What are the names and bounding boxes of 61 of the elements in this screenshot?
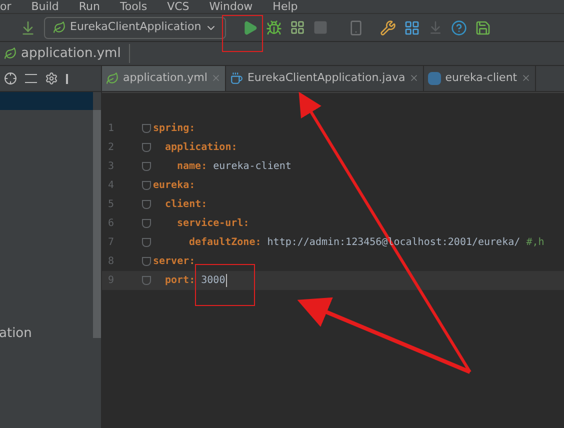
tree-item-text[interactable]: ation (0, 324, 93, 344)
menu-item[interactable]: Run (78, 0, 100, 13)
line-number: 6 (107, 217, 116, 231)
close-icon[interactable] (521, 73, 532, 83)
menu-item[interactable]: VCS (167, 0, 190, 13)
line-number: 8 (107, 255, 116, 269)
locate-icon[interactable] (4, 72, 17, 85)
run-config-dropdown[interactable]: EurekaClientApplication (44, 16, 226, 38)
line-number: 3 (107, 160, 116, 174)
code-line: server: (153, 255, 196, 269)
menu-item[interactable]: Build (31, 0, 59, 13)
leaf-icon (4, 47, 17, 60)
fold-icon[interactable] (142, 200, 151, 209)
line-number: 1 (107, 122, 116, 136)
menu-item[interactable]: Help (272, 0, 298, 13)
code-line: spring: (153, 122, 196, 136)
breadcrumb-item[interactable]: application.yml (4, 44, 130, 64)
editor-tab[interactable]: application.yml (102, 66, 226, 91)
run-icon[interactable] (242, 20, 258, 36)
fold-icon[interactable] (142, 276, 151, 285)
fold-icon[interactable] (142, 181, 151, 190)
breadcrumb-text: application.yml (21, 44, 121, 63)
code-line: client: (164, 198, 208, 212)
menu-item[interactable]: Window (209, 0, 253, 13)
fold-icon[interactable] (142, 143, 151, 152)
device-icon[interactable] (348, 20, 364, 36)
line-number: 7 (107, 236, 116, 250)
line-number: 5 (107, 198, 116, 212)
coverage-icon[interactable] (290, 20, 306, 35)
leaf-icon (53, 21, 66, 34)
fold-icon[interactable] (142, 124, 151, 133)
leaf-icon (106, 72, 119, 84)
line-number: 4 (107, 179, 116, 193)
class-icon (230, 72, 244, 84)
line-number: 2 (107, 141, 116, 155)
structure-icon[interactable] (404, 20, 420, 36)
annotation-box (195, 264, 255, 306)
code-line: eureka: (153, 179, 196, 193)
menu-item[interactable]: or (0, 0, 12, 13)
menu-item[interactable]: Tools (120, 0, 148, 13)
save-icon[interactable] (475, 20, 492, 36)
fold-icon[interactable] (142, 219, 151, 228)
code-line: name: eureka-client (176, 160, 292, 174)
fold-icon[interactable] (142, 257, 151, 266)
help-icon[interactable] (451, 20, 468, 36)
annotation-box (222, 15, 263, 52)
code-line: port: 3000 (164, 274, 226, 288)
fold-icon[interactable] (142, 238, 151, 247)
settings-icon[interactable] (45, 72, 58, 85)
wrench-icon[interactable] (380, 20, 396, 36)
code-line: service-url: (176, 216, 250, 231)
text-cursor (226, 274, 228, 287)
fold-icon[interactable] (142, 162, 151, 171)
sdk-icon[interactable] (428, 20, 444, 35)
scrollbar[interactable] (93, 110, 101, 338)
collapse-icon[interactable] (25, 74, 37, 83)
close-icon[interactable] (211, 73, 222, 83)
download-icon[interactable] (20, 20, 36, 36)
code-line: application: (164, 140, 238, 155)
debug-icon[interactable] (266, 20, 282, 36)
close-icon[interactable] (409, 73, 420, 83)
